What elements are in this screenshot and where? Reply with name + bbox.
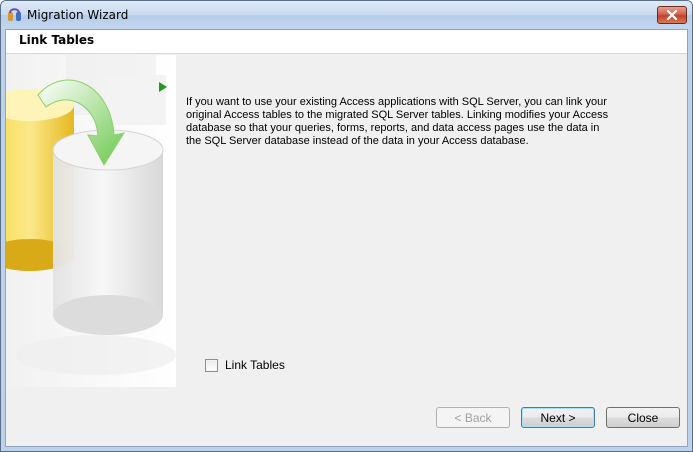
link-tables-label[interactable]: Link Tables	[225, 358, 285, 372]
page-description: If you want to use your existing Access …	[186, 96, 609, 147]
link-tables-option[interactable]: Link Tables	[205, 357, 285, 373]
database-migration-illustration	[6, 55, 176, 387]
close-button[interactable]: Close	[606, 407, 680, 428]
window-title: Migration Wizard	[27, 8, 129, 22]
next-button[interactable]: Next >	[521, 407, 595, 428]
migration-wizard-window: Migration Wizard Link Tables If you want…	[0, 0, 693, 452]
wizard-body: Link Tables If you want to use your exis…	[5, 29, 688, 447]
migration-wizard-icon	[8, 8, 21, 21]
title-bar[interactable]: Migration Wizard	[1, 1, 692, 29]
page-header: Link Tables	[6, 30, 687, 54]
back-button[interactable]: < Back	[436, 407, 510, 428]
close-window-button[interactable]	[657, 6, 687, 24]
link-tables-checkbox[interactable]	[205, 358, 218, 372]
database-cylinders-image	[6, 55, 176, 387]
current-step-arrow-icon	[159, 82, 167, 92]
page-title: Link Tables	[19, 33, 95, 47]
close-icon	[666, 10, 678, 20]
